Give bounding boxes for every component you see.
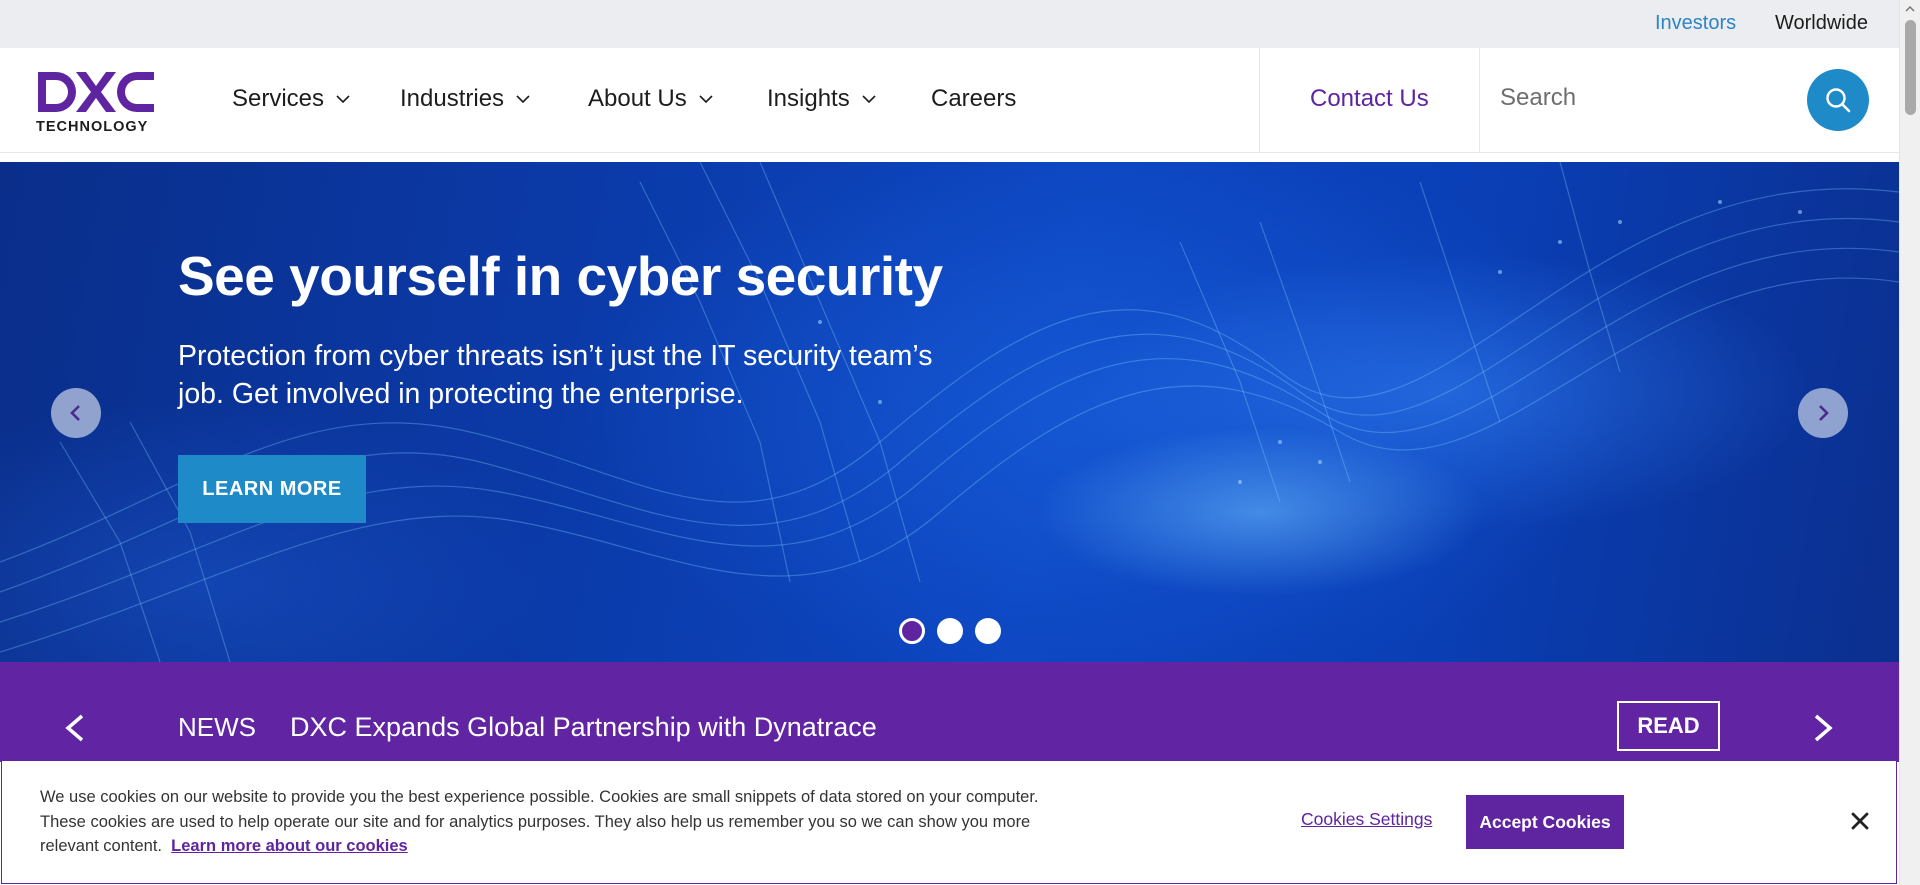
carousel-next-button[interactable]: [1798, 388, 1848, 438]
cookie-banner: We use cookies on our website to provide…: [1, 760, 1897, 884]
hero-carousel: See yourself in cyber security Protectio…: [0, 162, 1899, 662]
nav-about-us[interactable]: About Us: [588, 85, 713, 113]
accept-cookies-button[interactable]: Accept Cookies: [1466, 795, 1624, 849]
close-icon[interactable]: [1847, 808, 1873, 834]
news-next-icon[interactable]: [1808, 708, 1838, 748]
nav-services-label: Services: [232, 85, 325, 112]
main-header: TECHNOLOGY Services Industries About Us …: [0, 48, 1899, 153]
chevron-left-icon: [70, 405, 80, 421]
cookie-text: We use cookies on our website to provide…: [40, 785, 1040, 859]
carousel-prev-button[interactable]: [51, 388, 101, 438]
search-icon: [1826, 88, 1851, 113]
nav-services[interactable]: Services: [232, 85, 350, 113]
scrollbar-thumb[interactable]: [1905, 20, 1916, 115]
carousel-dot[interactable]: [975, 618, 1001, 644]
nav-about-us-label: About Us: [588, 85, 687, 112]
investors-link[interactable]: Investors: [1655, 12, 1736, 35]
page-scrollbar[interactable]: [1899, 0, 1920, 885]
news-read-button[interactable]: READ: [1617, 701, 1720, 751]
chevron-down-icon: [336, 95, 350, 104]
nav-careers[interactable]: Careers: [931, 85, 1016, 113]
carousel-indicators: [899, 618, 1001, 644]
worldwide-link[interactable]: Worldwide: [1775, 12, 1868, 35]
carousel-dot[interactable]: [899, 618, 925, 644]
carousel-dot[interactable]: [937, 618, 963, 644]
chevron-down-icon: [699, 95, 713, 104]
hero-title: See yourself in cyber security: [178, 245, 943, 307]
news-ticker: NEWS DXC Expands Global Partnership with…: [0, 662, 1899, 762]
news-label: NEWS: [178, 712, 256, 742]
logo-wordmark: TECHNOLOGY: [36, 119, 149, 135]
learn-more-cookies-link[interactable]: Learn more about our cookies: [171, 837, 408, 855]
nav-insights-label: Insights: [767, 85, 850, 112]
nav-careers-label: Careers: [931, 85, 1017, 112]
cookies-settings-link[interactable]: Cookies Settings: [1301, 809, 1432, 830]
search-button[interactable]: [1807, 69, 1869, 131]
chevron-right-icon: [1819, 405, 1829, 421]
learn-more-button[interactable]: LEARN MORE: [178, 455, 366, 523]
contact-us-link[interactable]: Contact Us: [1310, 85, 1429, 113]
search-input[interactable]: [1480, 72, 1780, 124]
header-divider: [1259, 48, 1260, 153]
nav-industries-label: Industries: [400, 85, 505, 112]
nav-industries[interactable]: Industries: [400, 85, 530, 113]
news-headline[interactable]: DXC Expands Global Partnership with Dyna…: [290, 712, 877, 743]
utility-bar: Investors Worldwide: [0, 0, 1899, 48]
scroll-up-icon[interactable]: [1900, 0, 1920, 18]
chevron-down-icon: [862, 95, 876, 104]
dxc-logo-mark-icon: [38, 72, 154, 112]
news-prev-icon[interactable]: [60, 708, 90, 748]
nav-insights[interactable]: Insights: [767, 85, 876, 113]
page: Investors Worldwide TECHNOLOGY Services …: [0, 0, 1899, 885]
chevron-down-icon: [516, 95, 530, 104]
hero-subtitle: Protection from cyber threats isn’t just…: [178, 340, 933, 410]
